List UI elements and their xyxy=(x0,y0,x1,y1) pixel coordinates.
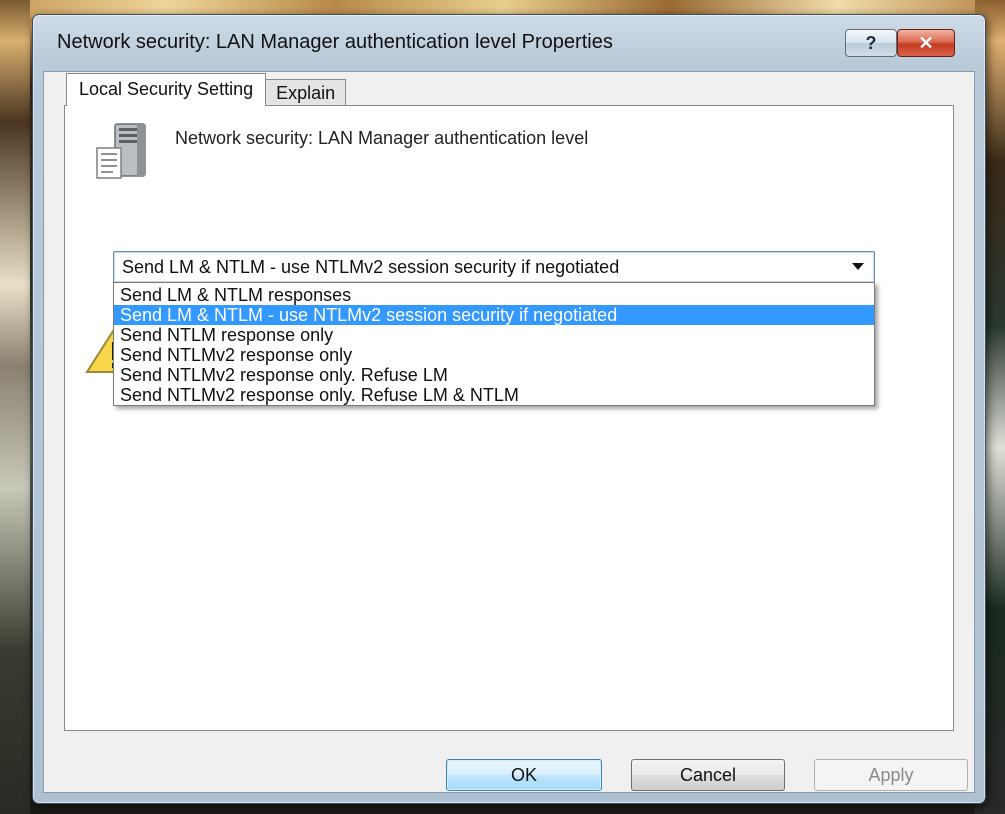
option-send-ntlmv2-only[interactable]: Send NTLMv2 response only xyxy=(114,345,874,365)
policy-name-label: Network security: LAN Manager authentica… xyxy=(175,128,589,148)
option-send-ntlm-only[interactable]: Send NTLM response only xyxy=(114,325,874,345)
dropdown-selected-value: Send LM & NTLM - use NTLMv2 session secu… xyxy=(122,257,620,277)
ok-button[interactable]: OK xyxy=(446,759,602,791)
title-bar[interactable]: Network security: LAN Manager authentica… xyxy=(33,15,985,69)
cancel-button[interactable]: Cancel xyxy=(631,759,785,791)
authentication-level-dropdown[interactable]: Send LM & NTLM - use NTLMv2 session secu… xyxy=(113,251,875,283)
tab-strip: Local Security Setting Explain xyxy=(66,73,347,106)
apply-button[interactable]: Apply xyxy=(814,759,968,791)
option-send-lm-ntlm-responses[interactable]: Send LM & NTLM responses xyxy=(114,285,874,305)
dropdown-options-list[interactable]: Send LM & NTLM responses Send LM & NTLM … xyxy=(113,282,875,406)
option-ntlmv2-refuse-lm-ntlm[interactable]: Send NTLMv2 response only. Refuse LM & N… xyxy=(114,385,874,405)
close-button[interactable]: ✕ xyxy=(897,29,955,57)
help-button[interactable]: ? xyxy=(845,29,897,57)
help-icon: ? xyxy=(865,32,877,53)
tab-local-security-setting[interactable]: Local Security Setting xyxy=(66,73,267,106)
server-icon xyxy=(96,123,146,179)
option-send-lm-ntlm-ntlmv2-session[interactable]: Send LM & NTLM - use NTLMv2 session secu… xyxy=(114,305,874,325)
dialog-client-area: Local Security Setting Explain Network s… xyxy=(43,71,975,793)
option-ntlmv2-refuse-lm[interactable]: Send NTLMv2 response only. Refuse LM xyxy=(114,365,874,385)
desktop-background-left xyxy=(0,0,30,814)
properties-dialog: Network security: LAN Manager authentica… xyxy=(32,14,986,804)
tab-panel: Network security: LAN Manager authentica… xyxy=(64,105,954,731)
window-title: Network security: LAN Manager authentica… xyxy=(57,31,613,53)
chevron-down-icon[interactable] xyxy=(852,263,864,270)
close-icon: ✕ xyxy=(918,32,934,53)
tab-explain[interactable]: Explain xyxy=(265,79,347,106)
